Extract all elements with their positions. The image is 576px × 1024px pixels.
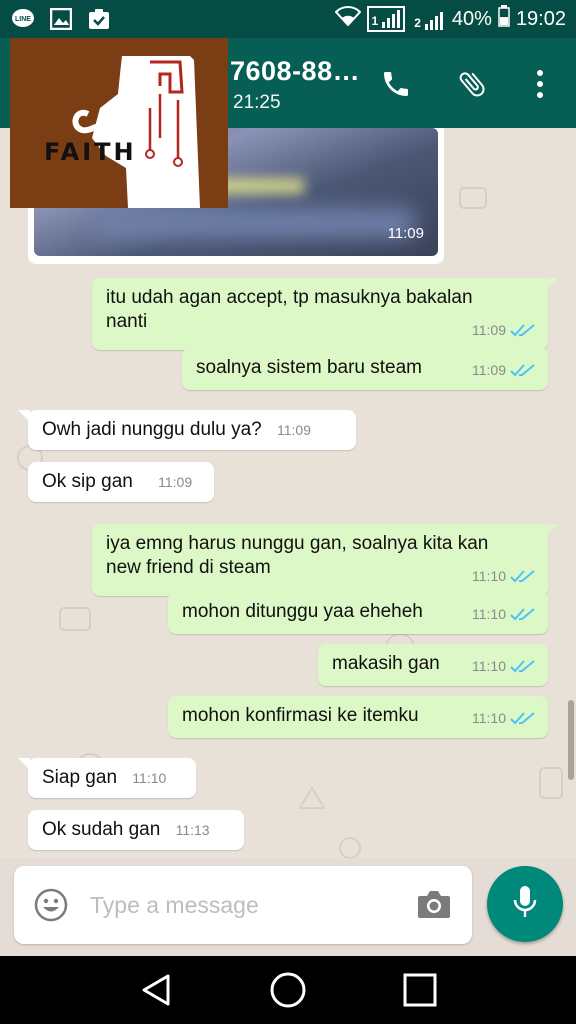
emoji-icon[interactable]	[34, 888, 68, 922]
attach-icon[interactable]	[452, 64, 492, 104]
message-text-line: Siap gan	[42, 767, 118, 788]
message-bubble-incoming[interactable]: Siap gan 11:10	[18, 758, 196, 798]
read-receipt-icon	[510, 608, 535, 621]
message-time: 11:09	[472, 322, 506, 338]
read-receipt-icon	[510, 712, 535, 725]
read-receipt-icon	[510, 570, 535, 583]
message-bubble-outgoing[interactable]: mohon konfirmasi ke itemku 11:10	[168, 696, 548, 738]
voice-record-button[interactable]	[487, 866, 563, 942]
system-nav-bar	[0, 956, 576, 1024]
message-bubble-incoming[interactable]: Owh jadi nunggu dulu ya? 11:09	[18, 410, 356, 450]
microphone-icon	[510, 884, 540, 925]
sim2-label: 2	[414, 16, 421, 30]
recent-apps-icon[interactable]	[398, 968, 442, 1012]
camera-icon[interactable]	[416, 888, 452, 920]
read-receipt-icon	[510, 660, 535, 673]
message-bubble-outgoing[interactable]: mohon ditunggu yaa eheheh 11:10	[168, 592, 548, 634]
sim1-label: 1	[371, 14, 379, 28]
message-text-line: new friend di steam	[106, 557, 271, 578]
message-time: 11:10	[132, 770, 167, 786]
message-text-line: itu udah agan accept, tp masuknya bakala…	[106, 287, 473, 308]
message-bubble-outgoing[interactable]: iya emng harus nunggu gan, soalnya kita …	[92, 524, 558, 596]
message-time: 11:10	[472, 606, 506, 622]
message-composer	[14, 866, 472, 944]
message-time: 11:09	[277, 422, 311, 438]
status-bar: LINE 1 2 40% 19:02	[0, 0, 576, 38]
chat-scrollbar[interactable]	[568, 700, 574, 780]
sim1-signal-icon: 1	[366, 6, 406, 32]
wifi-icon	[334, 6, 361, 32]
message-input[interactable]	[90, 884, 400, 926]
svg-text:LINE: LINE	[15, 16, 31, 23]
message-text-line: iya emng harus nunggu gan, soalnya kita …	[106, 533, 489, 554]
message-time: 11:10	[472, 710, 506, 726]
message-time: 11:10	[472, 568, 506, 584]
back-icon[interactable]	[134, 968, 178, 1012]
message-time: 11:09	[387, 225, 424, 242]
message-time: 11:10	[472, 658, 506, 674]
message-bubble-incoming[interactable]: Ok sip gan 11:09	[28, 462, 214, 502]
message-bubble-outgoing[interactable]: soalnya sistem baru steam 11:09	[182, 348, 548, 390]
battery-percent: 40%	[451, 7, 492, 30]
message-text-line: Ok sip gan	[42, 471, 133, 492]
sim2-signal-icon: 2	[411, 6, 446, 32]
battery-icon	[498, 5, 510, 33]
message-bubble-incoming[interactable]: Ok sudah gan 11:13	[28, 810, 244, 850]
message-text-line: mohon ditunggu yaa eheheh	[182, 601, 423, 622]
message-text-line: soalnya sistem baru steam	[196, 357, 422, 378]
home-icon[interactable]	[266, 968, 310, 1012]
logo-text: FAITH	[44, 138, 137, 166]
message-time: 11:13	[175, 822, 210, 838]
task-icon	[86, 7, 112, 31]
gallery-icon	[48, 7, 74, 31]
phone-icon[interactable]	[376, 64, 416, 104]
clock: 19:02	[515, 7, 566, 30]
last-seen: 21:25	[233, 92, 281, 113]
message-text-line: Owh jadi nunggu dulu ya?	[42, 419, 262, 440]
message-text-line: nanti	[106, 311, 148, 332]
message-bubble-outgoing[interactable]: makasih gan 11:10	[318, 644, 548, 686]
message-time: 11:09	[472, 362, 506, 378]
contact-name[interactable]: 7608-88…	[230, 56, 360, 87]
message-text-line: Ok sudah gan	[42, 819, 161, 840]
message-text-line: mohon konfirmasi ke itemku	[182, 705, 419, 726]
read-receipt-icon	[510, 324, 535, 337]
contact-avatar[interactable]: FAITH	[10, 38, 228, 208]
chat-area[interactable]: 11:09 itu udah agan accept, tp masuknya …	[0, 128, 576, 858]
line-icon: LINE	[10, 7, 36, 31]
more-options-icon[interactable]	[520, 64, 560, 104]
message-time: 11:09	[158, 474, 193, 490]
read-receipt-icon	[510, 364, 535, 377]
message-bubble-outgoing[interactable]: itu udah agan accept, tp masuknya bakala…	[92, 278, 558, 350]
message-text-line: makasih gan	[332, 653, 440, 674]
